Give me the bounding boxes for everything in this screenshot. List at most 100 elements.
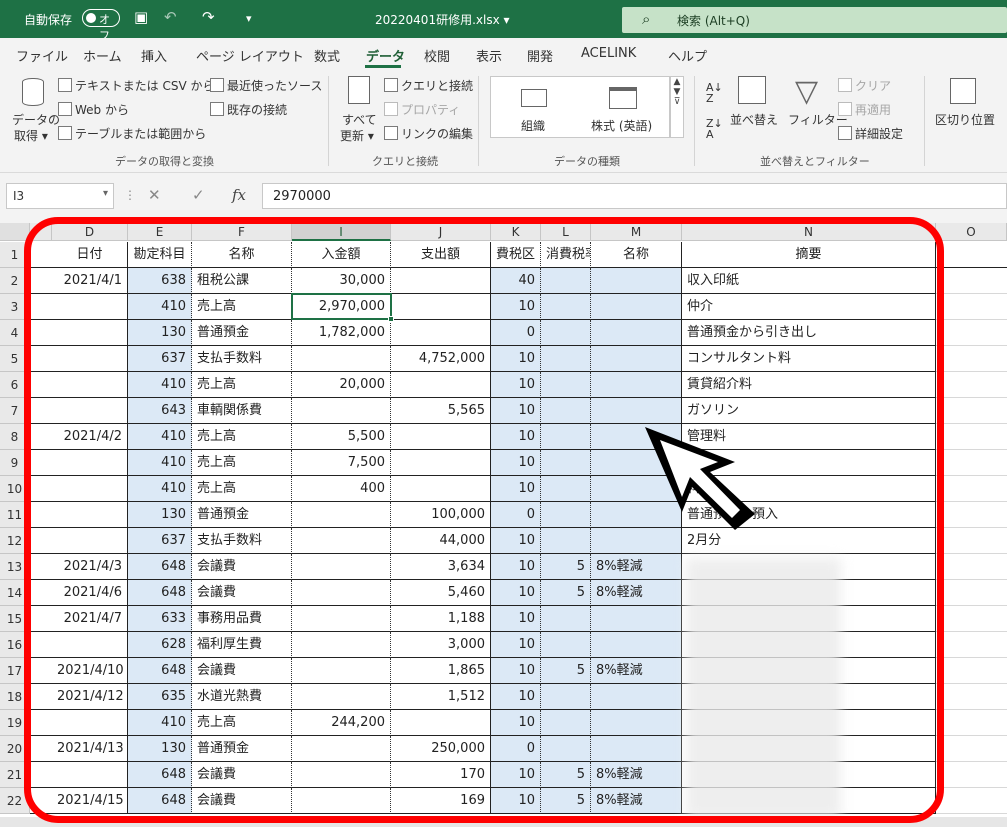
cell-date[interactable] (52, 346, 128, 372)
cell-deposit[interactable] (292, 788, 391, 814)
row-header[interactable]: 3 (0, 294, 30, 320)
cell-gutter[interactable] (30, 606, 52, 632)
cell-tax-rate[interactable] (541, 502, 591, 528)
properties-button[interactable]: プロパティ (384, 101, 460, 118)
cell-gutter[interactable] (30, 762, 52, 788)
cell-account-name[interactable]: 車輌関係費 (192, 398, 292, 424)
cell-gutter[interactable] (30, 580, 52, 606)
cell-account-name[interactable]: 普通預金 (192, 736, 292, 762)
formula-input[interactable]: 2970000 (262, 183, 1007, 209)
cell-tax-name[interactable] (591, 710, 682, 736)
cell-account-code[interactable]: 410 (128, 424, 192, 450)
cell-tax-rate[interactable] (541, 450, 591, 476)
cell-o[interactable] (936, 554, 1007, 580)
cell-tax-name[interactable] (591, 684, 682, 710)
column-header-d-edge[interactable] (30, 223, 52, 241)
cell-memo[interactable]: 普通預金へ預入 (682, 502, 936, 528)
cell-o[interactable] (936, 528, 1007, 554)
cell-date[interactable]: 2021/4/13 (52, 736, 128, 762)
cell-deposit[interactable]: 400 (292, 476, 391, 502)
cell-tax-rate[interactable]: 5 (541, 788, 591, 814)
cell-date[interactable] (52, 320, 128, 346)
cell-memo[interactable]: 料 (682, 450, 936, 476)
cell-tax-category[interactable]: 0 (491, 502, 541, 528)
cell-account-code[interactable]: 648 (128, 658, 192, 684)
search-box[interactable]: ⌕ 検索 (Alt+Q) (622, 7, 1007, 33)
cell-date[interactable] (52, 294, 128, 320)
cell-tax-category[interactable]: 10 (491, 398, 541, 424)
cell-account-name[interactable]: 会議費 (192, 658, 292, 684)
cell-date[interactable]: 2021/4/10 (52, 658, 128, 684)
cell-tax-category[interactable]: 10 (491, 606, 541, 632)
cell-o[interactable] (936, 658, 1007, 684)
cell-withdrawal[interactable]: 1,188 (391, 606, 491, 632)
cell-date[interactable]: 2021/4/15 (52, 788, 128, 814)
cell-o[interactable] (936, 294, 1007, 320)
cell-account-code[interactable]: 633 (128, 606, 192, 632)
cell-account-code[interactable]: 410 (128, 476, 192, 502)
cell-tax-rate[interactable] (541, 268, 591, 294)
cell-account-name[interactable]: 事務用品費 (192, 606, 292, 632)
cell-memo[interactable]: 普通預金から引き出し (682, 320, 936, 346)
cell-withdrawal[interactable] (391, 372, 491, 398)
cell-memo[interactable]: 賃貸紹介料 (682, 372, 936, 398)
cell-tax-name[interactable] (591, 528, 682, 554)
cell-account-code[interactable]: 635 (128, 684, 192, 710)
cell-o[interactable] (936, 268, 1007, 294)
cell-date[interactable] (52, 502, 128, 528)
autosave-toggle[interactable]: オフ (82, 9, 120, 42)
cell-tax-category[interactable]: 10 (491, 580, 541, 606)
sort-icon[interactable] (738, 76, 766, 104)
cell-withdrawal[interactable] (391, 450, 491, 476)
cell-deposit[interactable]: 2,970,000 (292, 294, 391, 320)
document-title[interactable]: 20220401研修用.xlsx ▾ (375, 11, 510, 28)
row-header[interactable]: 8 (0, 424, 30, 450)
cell-account-code[interactable]: 410 (128, 372, 192, 398)
cell-gutter[interactable] (30, 398, 52, 424)
cell-tax-name[interactable] (591, 736, 682, 762)
cell-deposit[interactable] (292, 658, 391, 684)
cell-withdrawal[interactable]: 44,000 (391, 528, 491, 554)
cell-tax-name[interactable] (591, 450, 682, 476)
cell-o[interactable] (936, 346, 1007, 372)
cell-deposit[interactable]: 244,200 (292, 710, 391, 736)
tab-data[interactable]: データ (366, 46, 405, 65)
cell-account-code[interactable]: 637 (128, 346, 192, 372)
cell-account-name[interactable]: 売上高 (192, 476, 292, 502)
column-title[interactable]: 支出額 (391, 242, 491, 268)
select-all-corner[interactable] (0, 223, 30, 241)
cell-tax-rate[interactable]: 5 (541, 658, 591, 684)
cell-date[interactable]: 2021/4/6 (52, 580, 128, 606)
cell-account-code[interactable]: 130 (128, 502, 192, 528)
cell-o[interactable] (936, 372, 1007, 398)
cell-withdrawal[interactable]: 1,512 (391, 684, 491, 710)
cell-date[interactable]: 2021/4/3 (52, 554, 128, 580)
cell-account-code[interactable]: 638 (128, 268, 192, 294)
cell-deposit[interactable] (292, 346, 391, 372)
advanced-filter-button[interactable]: 詳細設定 (838, 125, 903, 142)
cell-account-name[interactable]: 支払手数料 (192, 528, 292, 554)
cell-o[interactable] (936, 580, 1007, 606)
row-header[interactable]: 19 (0, 710, 30, 736)
cell-deposit[interactable] (292, 736, 391, 762)
cell-gutter[interactable] (30, 502, 52, 528)
tab-insert[interactable]: 挿入 (141, 46, 167, 65)
cell-tax-category[interactable]: 10 (491, 762, 541, 788)
cell-account-name[interactable]: 普通預金 (192, 320, 292, 346)
cell-o[interactable] (936, 398, 1007, 424)
cell-tax-category[interactable]: 10 (491, 346, 541, 372)
cell-tax-rate[interactable]: 5 (541, 580, 591, 606)
cell-tax-category[interactable]: 40 (491, 268, 541, 294)
cell-deposit[interactable] (292, 580, 391, 606)
cell-gutter[interactable] (30, 658, 52, 684)
cell-account-code[interactable]: 648 (128, 554, 192, 580)
cell-tax-name[interactable]: 8%軽減 (591, 762, 682, 788)
cell-account-name[interactable]: 普通預金 (192, 502, 292, 528)
cell-tax-name[interactable] (591, 346, 682, 372)
column-header-i[interactable]: I (292, 223, 391, 241)
column-title[interactable]: 費税区 (491, 242, 541, 268)
cell-account-code[interactable]: 130 (128, 320, 192, 346)
cell-account-code[interactable]: 410 (128, 710, 192, 736)
cell-account-name[interactable]: 会議費 (192, 788, 292, 814)
cell-tax-rate[interactable] (541, 294, 591, 320)
